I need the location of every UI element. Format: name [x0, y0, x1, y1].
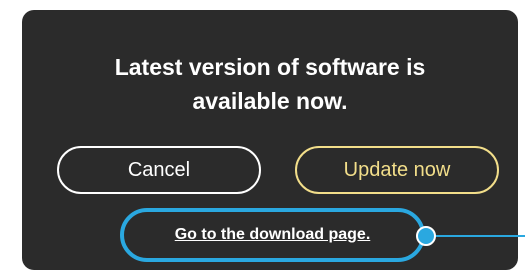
download-page-link[interactable]: Go to the download page.	[175, 226, 371, 244]
update-dialog: Latest version of software is available …	[22, 10, 518, 270]
download-link-highlight: Go to the download page.	[120, 208, 425, 262]
cancel-button[interactable]: Cancel	[57, 146, 261, 194]
update-now-button[interactable]: Update now	[295, 146, 499, 194]
dialog-title: Latest version of software is available …	[114, 54, 426, 114]
